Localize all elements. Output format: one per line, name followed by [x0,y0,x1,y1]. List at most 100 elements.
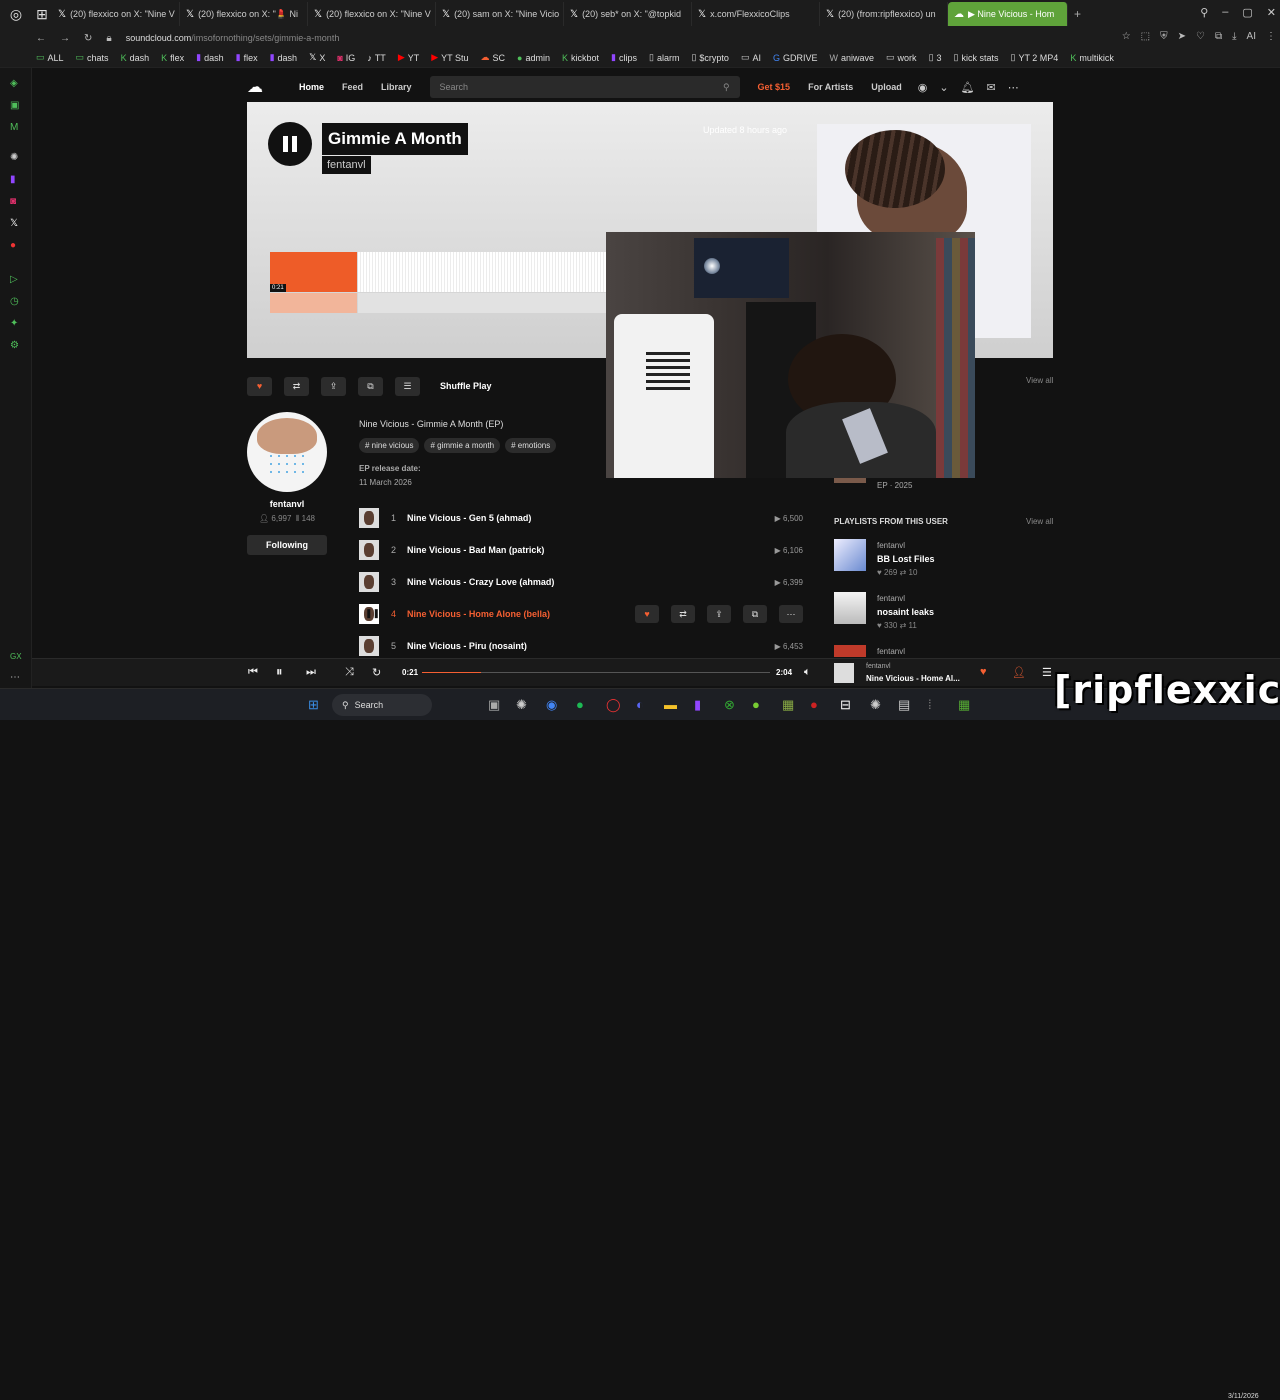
opera-gx-icon[interactable]: ◎ [0,0,32,28]
instagram-icon[interactable]: ◙ [10,196,16,207]
record-icon[interactable]: ● [10,240,16,251]
track-title[interactable]: Nine Vicious - Piru (nosaint) [407,641,527,651]
more-options-icon[interactable]: ⋯ [1008,81,1019,94]
chevron-down-icon[interactable]: ⌄ [939,81,948,94]
bookmark-item[interactable]: ▶ YT [398,52,419,63]
browser-tab[interactable]: 𝕏 (20) flexxico on X: "Nine V [52,2,180,26]
bookmark-item[interactable]: ▮ dash [270,52,297,63]
heart-icon[interactable]: ♡ [1196,31,1205,42]
repost-button[interactable]: ⇄ [671,605,695,623]
tab-menu-icon[interactable]: ⊞ [32,0,52,28]
chatgpt-icon[interactable]: ✺ [516,697,527,713]
app-icon[interactable]: ▦ [958,697,970,713]
browser-tab[interactable]: 𝕏x.com/FlexxicoClips [692,2,820,26]
user-name[interactable]: fentanvl [247,499,327,509]
playlist-user[interactable]: fentanvl [877,647,905,656]
nav-home[interactable]: Home [299,82,324,92]
track-row[interactable]: 3 Nine Vicious - Crazy Love (ahmad) ▶ 6,… [359,571,803,593]
twitch-icon[interactable]: ▮ [10,174,16,185]
playlist-artist-link[interactable]: fentanvl [322,156,371,174]
more-button[interactable]: ⋯ [779,605,803,623]
now-playing-user[interactable]: fentanvl [866,663,891,670]
track-title[interactable]: Nine Vicious - Home Alone (bella) [407,609,550,619]
browser-tab[interactable]: 𝕏 (20) seb* on X: "@topkid [564,2,692,26]
reload-icon[interactable]: ↻ [84,33,92,44]
track-title[interactable]: Nine Vicious - Bad Man (patrick) [407,545,544,555]
ai-icon[interactable]: AI [1247,31,1256,42]
chatgpt-icon[interactable]: ✺ [10,152,18,163]
playlist-card[interactable]: fentanvl nosaint leaks ♥ 330 ⇄ 11 [834,592,1054,632]
track-row[interactable]: 5 Nine Vicious - Piru (nosaint) ▶ 6,453 [359,635,803,657]
close-icon[interactable]: ✕ [1267,6,1276,19]
nav-feed[interactable]: Feed [342,82,363,92]
shield-icon[interactable]: ⛨ [1160,31,1168,42]
copy-link-button[interactable]: ⧉ [358,376,383,396]
app-icon[interactable]: ⁞ [928,697,932,712]
bookmark-item[interactable]: Kkickbot [562,53,599,63]
share-button[interactable]: ⇪ [707,605,731,623]
avatar[interactable]: ◉ [918,81,928,94]
menu-icon[interactable]: ⋮ [1266,31,1276,42]
now-playing-title[interactable]: Nine Vicious - Home Al... [866,674,960,683]
tag[interactable]: # emotions [505,438,557,453]
bookmark-item[interactable]: ● admin [517,53,550,63]
app-icon[interactable]: ⊟ [840,697,851,713]
app-icon[interactable]: ● [810,697,818,712]
view-all-link[interactable]: View all [1026,517,1053,526]
user-avatar[interactable] [247,412,327,492]
bookmark-item[interactable]: ♪ TT [367,53,386,63]
extensions-icon[interactable]: ⧉ [1215,31,1222,42]
copy-link-button[interactable]: ⧉ [743,605,767,623]
playlist-card[interactable]: fentanvl BB Lost Files ♥ 269 ⇄ 10 [834,539,1054,579]
bookmark-item[interactable]: Waniwave [830,53,875,63]
extensions-icon[interactable]: ✦ [10,318,18,329]
settings-icon[interactable]: ⚙ [10,340,19,351]
bookmark-item[interactable]: ▯ $crypto [691,52,728,63]
browser-tab-active[interactable]: ☁ ▶ Nine Vicious - Hom [948,2,1068,26]
share-button[interactable]: ⇪ [321,376,346,396]
progress-bar[interactable] [422,672,770,673]
new-tab-button[interactable]: + [1074,7,1081,21]
shuffle-play-button[interactable]: Shuffle Play [440,381,492,391]
like-button[interactable]: ♥ [635,605,659,623]
opera-icon[interactable]: ◯ [606,697,621,713]
bookmark-item[interactable]: ▶ YT Stu [431,52,468,63]
track-thumbnail[interactable]: ❚❚ [359,604,379,624]
follow-user-icon[interactable]: 👤︎ [1012,666,1026,679]
maximize-icon[interactable]: ▢ [1242,6,1252,19]
browser-tab[interactable]: 𝕏 (20) flexxico on X: "💄 Ni [180,2,308,26]
messages-icon[interactable]: ✉ [987,81,996,94]
bookmark-item[interactable]: ☁ SC [481,52,506,63]
upload-link[interactable]: Upload [871,82,902,92]
taskbar-search[interactable]: ⚲ Search [332,694,432,716]
nav-library[interactable]: Library [381,82,412,92]
xbox-icon[interactable]: ⊗ [724,697,735,713]
chatgpt-icon[interactable]: ✺ [870,697,881,713]
history-icon[interactable]: ◷ [10,296,19,307]
next-icon[interactable]: ⏭ [306,666,316,679]
for-artists-link[interactable]: For Artists [808,82,853,92]
forward-icon[interactable]: → [60,33,70,44]
browser-tab[interactable]: 𝕏 (20) sam on X: "Nine Vicio [436,2,564,26]
track-title[interactable]: Nine Vicious - Crazy Love (ahmad) [407,577,554,587]
volume-icon[interactable]: 🔈︎ [804,666,811,679]
discord-icon[interactable]: ◐ [636,697,644,712]
track-row[interactable]: 2 Nine Vicious - Bad Man (patrick) ▶ 6,1… [359,539,803,561]
tag[interactable]: # gimmie a month [424,438,501,453]
chrome-icon[interactable]: ◉ [546,697,557,713]
playlist-user[interactable]: fentanvl [877,541,905,550]
playlist-title[interactable]: nosaint leaks [877,607,934,617]
task-view-icon[interactable]: ▣ [488,697,500,713]
back-icon[interactable]: ← [36,33,46,44]
bookmark-item[interactable]: 𝕏X [309,52,325,63]
music-icon[interactable]: M [10,122,18,133]
x-icon[interactable]: 𝕏 [10,218,18,229]
album-thumbnail[interactable] [834,478,866,483]
bookmark-item[interactable]: ◙ IG [337,53,355,63]
gx-control-icon[interactable]: ◈ [10,78,18,89]
download-icon[interactable]: ⤓ [1232,31,1236,42]
bookmark-item[interactable]: ▭ AI [741,52,761,63]
bookmark-item[interactable]: ▮ flex [236,52,258,63]
app-icon[interactable]: ▤ [898,697,910,713]
waveform[interactable]: 0:21 [270,248,608,313]
